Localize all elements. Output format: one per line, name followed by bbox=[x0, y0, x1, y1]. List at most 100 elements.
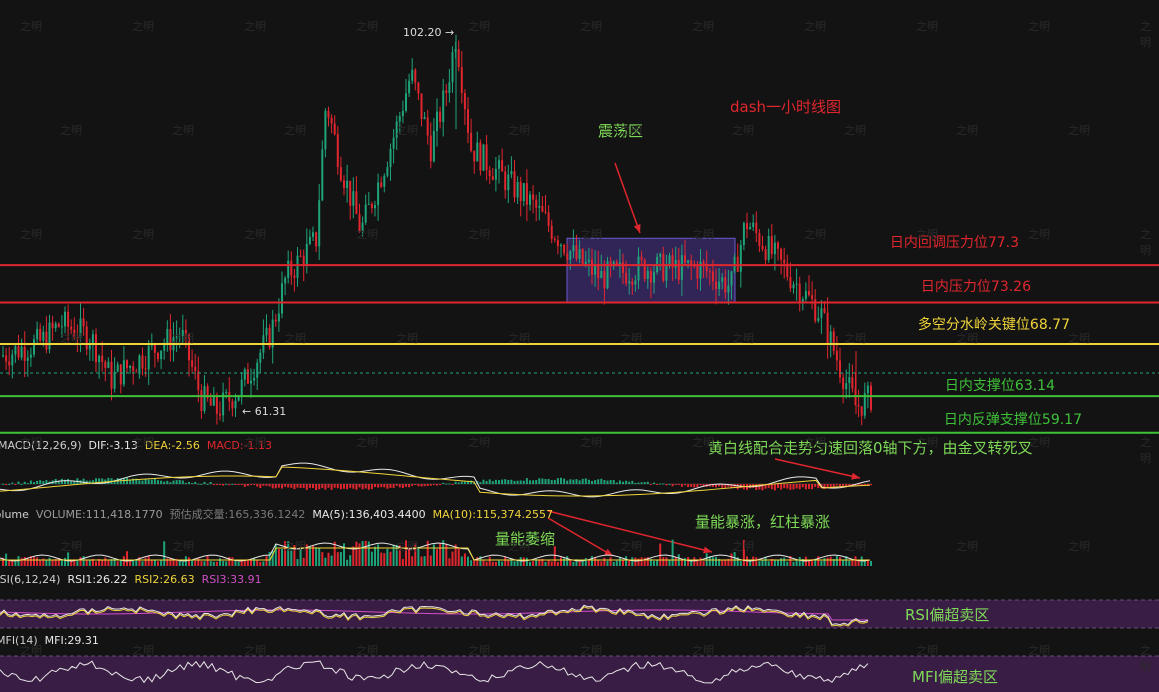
candle-body bbox=[721, 277, 724, 282]
candle-body bbox=[144, 368, 147, 370]
rsi-header: RSI(6,12,24) RSI1:26.22 RSI2:26.63 RSI3:… bbox=[0, 573, 262, 586]
volume-bar bbox=[702, 561, 705, 566]
macd-bar bbox=[665, 484, 668, 486]
candle-body bbox=[501, 160, 504, 172]
volume-bar bbox=[206, 556, 209, 566]
macd-bar bbox=[662, 483, 665, 485]
macd-bar bbox=[513, 480, 516, 484]
macd-bar bbox=[671, 484, 674, 487]
volume-bar bbox=[507, 560, 510, 566]
candle-body bbox=[777, 242, 779, 249]
candle-body bbox=[529, 194, 531, 205]
macd-bar bbox=[389, 484, 392, 488]
volume-bar bbox=[95, 561, 97, 566]
candle-body bbox=[147, 345, 150, 370]
candle-body bbox=[587, 259, 590, 262]
watermark: 之明 bbox=[468, 20, 490, 33]
macd-annotation: 黄白线配合走势匀速回落0轴下方，由金叉转死叉 bbox=[708, 439, 1033, 457]
candle-body bbox=[290, 260, 293, 276]
watermark: 之明 bbox=[244, 228, 266, 241]
candle-body bbox=[485, 144, 488, 171]
macd-bar bbox=[463, 481, 466, 484]
candle-body bbox=[355, 191, 358, 214]
volume-bar bbox=[79, 557, 82, 566]
macd-bar bbox=[175, 480, 178, 484]
macd-bar bbox=[770, 484, 773, 490]
volume-bar bbox=[820, 560, 823, 566]
candle-body bbox=[246, 369, 249, 384]
macd-bar bbox=[482, 479, 485, 484]
macd-bar bbox=[206, 483, 209, 485]
candle-body bbox=[48, 322, 51, 350]
candle-body bbox=[473, 150, 476, 162]
candle-body bbox=[746, 223, 748, 230]
candle-body bbox=[649, 270, 652, 283]
volume-bar bbox=[411, 556, 414, 566]
macd-bar bbox=[429, 484, 432, 486]
macd-bar bbox=[2, 483, 4, 485]
volume-bar bbox=[144, 557, 147, 566]
macd-bar bbox=[246, 484, 249, 486]
macd-bar bbox=[401, 484, 404, 489]
candle-body bbox=[408, 80, 411, 94]
candle-body bbox=[299, 255, 302, 257]
volume-bar bbox=[519, 557, 522, 566]
watermark: 之明 bbox=[468, 436, 490, 449]
volume-bar bbox=[339, 551, 342, 566]
watermark: 之明 bbox=[508, 124, 530, 137]
watermark: 之明 bbox=[60, 332, 82, 345]
watermark: 之明 bbox=[1140, 436, 1151, 465]
candle-body bbox=[11, 354, 14, 366]
volume-bar bbox=[188, 557, 190, 566]
macd-bar bbox=[386, 484, 389, 489]
candle-body bbox=[498, 160, 500, 169]
macd-bar bbox=[804, 484, 807, 490]
volume-bar bbox=[147, 556, 150, 566]
volume-bar bbox=[126, 551, 128, 566]
macd-bar bbox=[795, 484, 798, 489]
watermark: 之明 bbox=[244, 644, 266, 657]
volume-bar bbox=[460, 556, 463, 566]
rsi-oversold-annotation: RSI偏超卖区 bbox=[905, 606, 990, 624]
volume-bar bbox=[219, 558, 221, 566]
candle-body bbox=[296, 255, 299, 278]
candle-body bbox=[51, 322, 54, 329]
candle-body bbox=[8, 361, 11, 366]
macd-bar bbox=[699, 484, 702, 486]
volume-bar bbox=[687, 557, 690, 566]
volume-bar bbox=[113, 558, 116, 566]
macd-bar bbox=[42, 481, 45, 484]
macd-bar bbox=[157, 480, 159, 484]
volume-bar bbox=[463, 553, 466, 566]
volume-bar bbox=[60, 560, 63, 566]
candle-body bbox=[572, 245, 575, 252]
macd-bar bbox=[690, 484, 693, 487]
candle-body bbox=[318, 200, 321, 247]
volume-bar bbox=[370, 551, 373, 566]
macd-bar bbox=[420, 484, 423, 487]
candle-body bbox=[767, 235, 770, 260]
candle-body bbox=[240, 379, 243, 396]
watermark: 之明 bbox=[1140, 228, 1151, 257]
candle-body bbox=[367, 203, 370, 205]
macd-bar bbox=[5, 484, 8, 486]
macd-bar bbox=[268, 484, 271, 487]
macd-bar bbox=[618, 480, 621, 484]
volume-bar bbox=[584, 557, 587, 566]
candle-body bbox=[482, 144, 485, 171]
macd-bar bbox=[640, 482, 643, 484]
volume-bar bbox=[842, 560, 845, 566]
candle-body bbox=[132, 365, 135, 372]
candle-body bbox=[234, 400, 237, 409]
volume-bar bbox=[39, 560, 42, 566]
volume-bar bbox=[389, 551, 392, 566]
volume-bar bbox=[358, 543, 361, 566]
volume-bar bbox=[191, 559, 194, 566]
volume-bar bbox=[870, 560, 872, 566]
macd-bar bbox=[256, 484, 259, 487]
volume-bar bbox=[361, 541, 364, 566]
candle-body bbox=[566, 253, 569, 260]
candle-body bbox=[513, 171, 516, 198]
candle-body bbox=[414, 69, 417, 83]
candle-body bbox=[823, 308, 826, 313]
